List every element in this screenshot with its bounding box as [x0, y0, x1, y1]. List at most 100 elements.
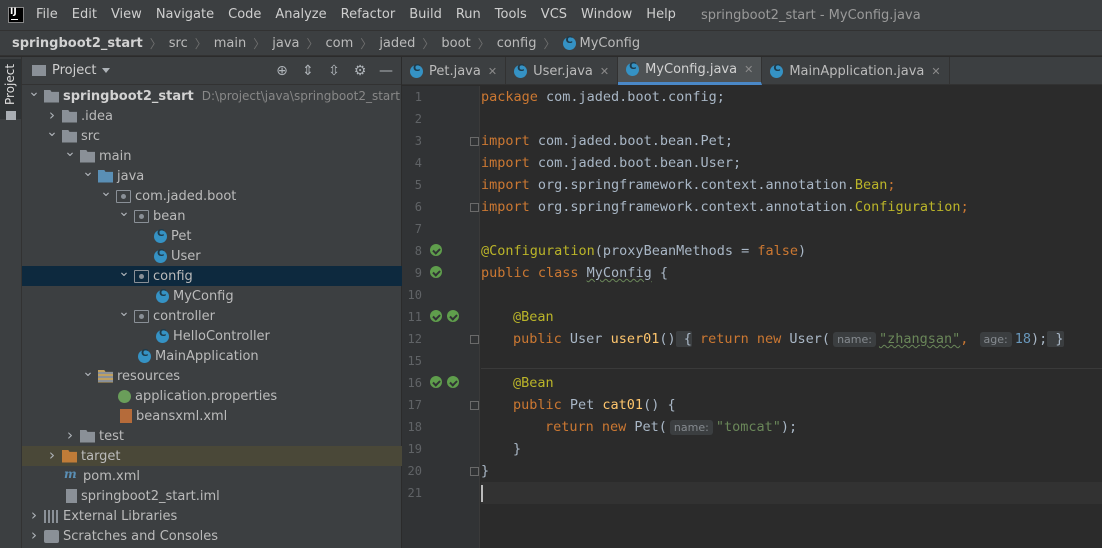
code-line-4: import com.jaded.boot.bean.User;	[481, 152, 741, 174]
gear-icon[interactable]: ⚙	[353, 63, 367, 79]
spring-bean-gutter-icon[interactable]	[447, 310, 459, 322]
breadcrumb-separator: 〉	[422, 36, 435, 51]
menu-view[interactable]: View	[104, 0, 149, 30]
tree-row-test[interactable]: test	[22, 426, 402, 446]
close-icon[interactable]: ✕	[600, 65, 609, 78]
tree-label: springboot2_start.iml	[81, 488, 220, 504]
chevron-down-icon[interactable]	[100, 188, 112, 204]
tree-row-mainapplication[interactable]: MainApplication	[22, 346, 402, 366]
fold-marker-icon[interactable]	[470, 203, 479, 212]
token-text[interactable]: {	[675, 331, 692, 347]
chevron-right-icon[interactable]	[46, 107, 58, 125]
breadcrumb-src[interactable]: src	[169, 36, 188, 51]
breadcrumb-main[interactable]: main	[214, 36, 246, 51]
tab-user-java[interactable]: User.java ✕	[506, 57, 619, 85]
spring-bean-gutter-icon[interactable]	[447, 376, 459, 388]
chevron-down-icon[interactable]	[82, 368, 94, 384]
project-tool-tab[interactable]: Project	[0, 59, 21, 119]
tree-row-application-properties[interactable]: application.properties	[22, 386, 402, 406]
left-tool-strip: Project	[0, 57, 22, 548]
menu-code[interactable]: Code	[221, 0, 268, 30]
menu-window[interactable]: Window	[574, 0, 639, 30]
tree-row-iml[interactable]: springboot2_start.iml	[22, 486, 402, 506]
breadcrumb-com[interactable]: com	[326, 36, 354, 51]
fold-marker-icon[interactable]	[470, 335, 479, 344]
fold-marker-icon[interactable]	[470, 137, 479, 146]
fold-marker-icon[interactable]	[470, 467, 479, 476]
expand-all-icon[interactable]: ⇕	[301, 63, 315, 79]
project-panel-title[interactable]: Project	[52, 63, 96, 78]
tree-row-package[interactable]: com.jaded.boot	[22, 186, 402, 206]
tree-row-pom[interactable]: pom.xml	[22, 466, 402, 486]
breadcrumb-java[interactable]: java	[272, 36, 299, 51]
tree-row-external-libraries[interactable]: External Libraries	[22, 506, 402, 526]
spring-bean-gutter-icon[interactable]	[430, 266, 442, 278]
chevron-right-icon[interactable]	[28, 507, 40, 525]
breadcrumb-project[interactable]: springboot2_start	[12, 36, 143, 51]
tree-row-idea[interactable]: .idea	[22, 106, 402, 126]
chevron-down-icon[interactable]	[102, 68, 111, 73]
chevron-right-icon[interactable]	[46, 447, 58, 465]
minimize-icon[interactable]: —	[379, 63, 393, 79]
class-icon	[626, 61, 640, 76]
spring-bean-gutter-icon[interactable]	[430, 310, 442, 322]
code-editor[interactable]: package com.jaded.boot.config; import co…	[481, 86, 1102, 548]
breadcrumb-myconfig[interactable]: MyConfig	[580, 36, 641, 51]
tab-mainapplication-java[interactable]: MainApplication.java ✕	[762, 57, 950, 85]
locate-icon[interactable]: ⊕	[275, 63, 289, 79]
tab-pet-java[interactable]: Pet.java ✕	[402, 57, 507, 85]
menu-analyze[interactable]: Analyze	[268, 0, 333, 30]
editor-gutter[interactable]: 1 2 3 4 5 6 7 8 9 10 11 12 15 16 17 18 1…	[402, 86, 480, 548]
menu-vcs[interactable]: VCS	[534, 0, 574, 30]
breadcrumb-boot[interactable]: boot	[441, 36, 470, 51]
close-icon[interactable]: ✕	[488, 65, 497, 78]
breadcrumb-jaded[interactable]: jaded	[379, 36, 415, 51]
token-text: }	[513, 441, 522, 457]
chevron-down-icon[interactable]	[118, 208, 130, 224]
chevron-right-icon[interactable]	[28, 527, 40, 545]
tree-row-bean[interactable]: bean	[22, 206, 402, 226]
tree-row-java[interactable]: java	[22, 166, 402, 186]
line-number: 8	[414, 244, 422, 258]
close-icon[interactable]: ✕	[931, 65, 940, 78]
tree-row-user[interactable]: User	[22, 246, 402, 266]
tree-row-controller[interactable]: controller	[22, 306, 402, 326]
tree-row-target[interactable]: target	[22, 446, 402, 466]
menu-build[interactable]: Build	[402, 0, 449, 30]
close-icon[interactable]: ✕	[744, 63, 753, 76]
tree-row-main[interactable]: main	[22, 146, 402, 166]
chevron-down-icon[interactable]	[118, 308, 130, 324]
chevron-down-icon[interactable]	[64, 148, 76, 164]
tab-myconfig-java[interactable]: MyConfig.java ✕	[618, 57, 763, 85]
token-text[interactable]: }	[1047, 331, 1064, 347]
tree-row-resources[interactable]: resources	[22, 366, 402, 386]
breadcrumb-config[interactable]: config	[497, 36, 537, 51]
collapse-all-icon[interactable]: ⇳	[327, 63, 341, 79]
chevron-down-icon[interactable]	[28, 88, 40, 104]
tree-row-scratches[interactable]: Scratches and Consoles	[22, 526, 402, 546]
menu-file[interactable]: File	[34, 0, 65, 30]
spring-bean-gutter-icon[interactable]	[430, 244, 442, 256]
tree-row-src[interactable]: src	[22, 126, 402, 146]
tree-row-hellocontroller[interactable]: HelloController	[22, 326, 402, 346]
tree-row-beansxml[interactable]: beansxml.xml	[22, 406, 402, 426]
tree-row-root[interactable]: springboot2_start D:\project\java\spring…	[22, 86, 402, 106]
tree-row-myconfig[interactable]: MyConfig	[22, 286, 402, 306]
chevron-down-icon[interactable]	[46, 128, 58, 144]
menu-tools[interactable]: Tools	[488, 0, 534, 30]
tree-row-config[interactable]: config	[22, 266, 402, 286]
spring-bean-gutter-icon[interactable]	[430, 376, 442, 388]
menu-refactor[interactable]: Refactor	[334, 0, 403, 30]
menu-help[interactable]: Help	[639, 0, 683, 30]
tree-row-pet[interactable]: Pet	[22, 226, 402, 246]
fold-marker-icon[interactable]	[470, 401, 479, 410]
chevron-down-icon[interactable]	[82, 168, 94, 184]
chevron-right-icon[interactable]	[64, 427, 76, 445]
menu-run[interactable]: Run	[449, 0, 488, 30]
menu-edit[interactable]: Edit	[65, 0, 104, 30]
line-number: 2	[414, 112, 422, 126]
line-number: 15	[407, 354, 422, 368]
line-number: 18	[407, 420, 422, 434]
menu-navigate[interactable]: Navigate	[149, 0, 221, 30]
chevron-down-icon[interactable]	[118, 268, 130, 284]
